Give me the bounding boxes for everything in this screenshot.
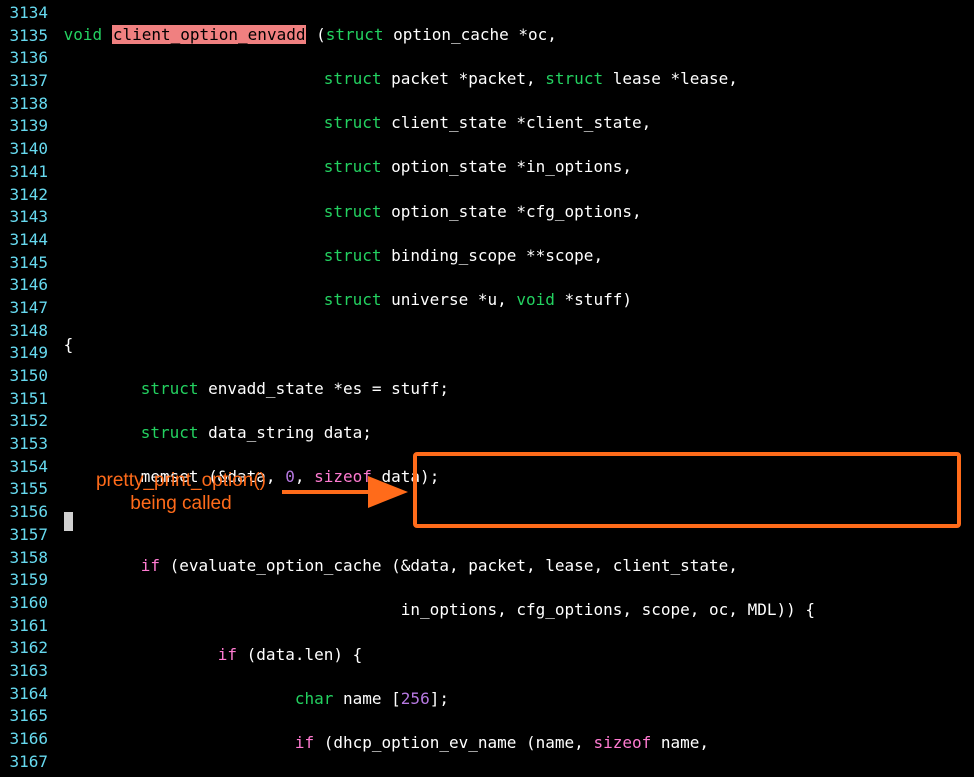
ln: 3154 bbox=[0, 456, 48, 479]
ln: 3146 bbox=[0, 274, 48, 297]
code-line: struct packet *packet, struct lease *lea… bbox=[54, 68, 815, 91]
ln: 3134 bbox=[0, 2, 48, 25]
code-line: struct client_state *client_state, bbox=[54, 112, 815, 135]
ln: 3164 bbox=[0, 683, 48, 706]
ln: 3137 bbox=[0, 70, 48, 93]
ln: 3144 bbox=[0, 229, 48, 252]
ln: 3151 bbox=[0, 388, 48, 411]
annotation-text-1: pretty_print_option() bbox=[96, 470, 266, 491]
code-line: struct universe *u, void *stuff) bbox=[54, 289, 815, 312]
ln: 3152 bbox=[0, 410, 48, 433]
ln: 3166 bbox=[0, 728, 48, 751]
ln: 3158 bbox=[0, 547, 48, 570]
ln: 3143 bbox=[0, 206, 48, 229]
ln: 3142 bbox=[0, 184, 48, 207]
code-line: char name [256]; bbox=[54, 688, 815, 711]
ln: 3141 bbox=[0, 161, 48, 184]
ln: 3135 bbox=[0, 25, 48, 48]
code-line: struct binding_scope **scope, bbox=[54, 245, 815, 268]
ln: 3157 bbox=[0, 524, 48, 547]
ln: 3145 bbox=[0, 252, 48, 275]
code-line: if (evaluate_option_cache (&data, packet… bbox=[54, 555, 815, 578]
ln: 3147 bbox=[0, 297, 48, 320]
line-number-gutter: 3134 3135 3136 3137 3138 3139 3140 3141 … bbox=[0, 2, 48, 773]
ln: 3159 bbox=[0, 569, 48, 592]
ln: 3153 bbox=[0, 433, 48, 456]
ln: 3149 bbox=[0, 342, 48, 365]
ln: 3162 bbox=[0, 637, 48, 660]
ln: 3165 bbox=[0, 705, 48, 728]
code-line: struct option_state *cfg_options, bbox=[54, 201, 815, 224]
ln: 3140 bbox=[0, 138, 48, 161]
ln: 3138 bbox=[0, 93, 48, 116]
ln: 3148 bbox=[0, 320, 48, 343]
code-area: void client_option_envadd (struct option… bbox=[54, 2, 815, 777]
annotation-label: pretty_print_option() being called bbox=[76, 470, 286, 516]
ln: 3161 bbox=[0, 615, 48, 638]
ln: 3160 bbox=[0, 592, 48, 615]
code-line: if (dhcp_option_ev_name (name, sizeof na… bbox=[54, 732, 815, 755]
code-line: { bbox=[54, 334, 815, 357]
code-line: struct data_string data; bbox=[54, 422, 815, 445]
highlight-box bbox=[413, 452, 961, 528]
code-line: void client_option_envadd (struct option… bbox=[54, 24, 815, 47]
code-line: if (data.len) { bbox=[54, 644, 815, 667]
ln: 3156 bbox=[0, 501, 48, 524]
arrow-icon bbox=[282, 480, 412, 504]
ln: 3139 bbox=[0, 115, 48, 138]
ln: 3136 bbox=[0, 47, 48, 70]
code-line: struct option_state *in_options, bbox=[54, 156, 815, 179]
annotation-text-2: being called bbox=[130, 493, 231, 514]
code-line: in_options, cfg_options, scope, oc, MDL)… bbox=[54, 599, 815, 622]
ln: 3155 bbox=[0, 478, 48, 501]
code-line: struct envadd_state *es = stuff; bbox=[54, 378, 815, 401]
ln: 3167 bbox=[0, 751, 48, 774]
ln: 3150 bbox=[0, 365, 48, 388]
ln: 3163 bbox=[0, 660, 48, 683]
